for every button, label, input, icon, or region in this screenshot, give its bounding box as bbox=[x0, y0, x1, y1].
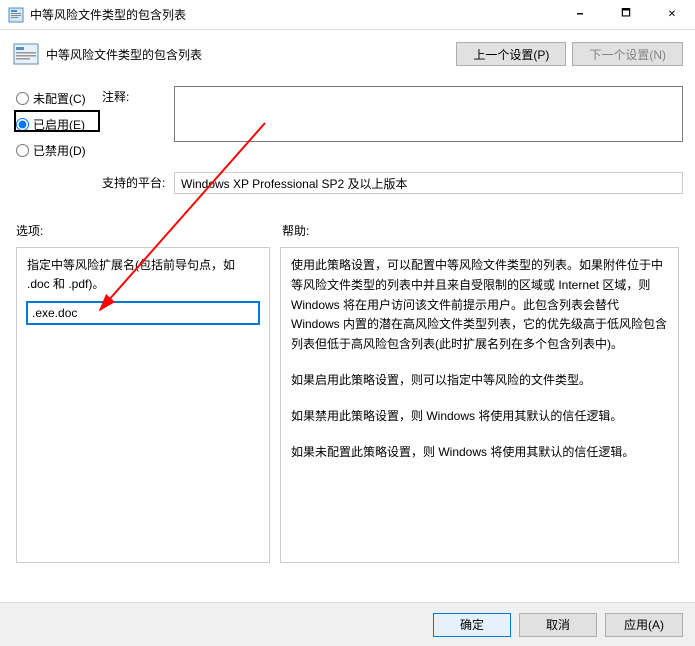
ok-button[interactable]: 确定 bbox=[433, 613, 511, 637]
dialog-footer: 确定 取消 应用(A) bbox=[0, 602, 695, 646]
help-label: 帮助: bbox=[272, 222, 683, 239]
close-button[interactable]: ✕ bbox=[649, 0, 695, 30]
cancel-button[interactable]: 取消 bbox=[519, 613, 597, 637]
extensions-input[interactable] bbox=[27, 302, 259, 324]
radio-enabled[interactable]: 已启用(E) bbox=[16, 114, 102, 134]
minimize-button[interactable]: 🗕 bbox=[557, 0, 603, 30]
prev-setting-button[interactable]: 上一个设置(P) bbox=[456, 42, 566, 66]
radio-group: 未配置(C) 已启用(E) 已禁用(D) bbox=[12, 86, 102, 166]
apply-button[interactable]: 应用(A) bbox=[605, 613, 683, 637]
header-title: 中等风险文件类型的包含列表 bbox=[46, 46, 450, 63]
header-row: 中等风险文件类型的包含列表 上一个设置(P) 下一个设置(N) bbox=[12, 40, 683, 68]
comment-textarea[interactable] bbox=[174, 86, 683, 142]
maximize-button[interactable]: 🗖 bbox=[603, 0, 649, 30]
titlebar: 中等风险文件类型的包含列表 🗕 🗖 ✕ bbox=[0, 0, 695, 30]
window-title: 中等风险文件类型的包含列表 bbox=[30, 6, 557, 23]
options-label: 选项: bbox=[12, 222, 272, 239]
help-paragraph: 如果禁用此策略设置，则 Windows 将使用其默认的信任逻辑。 bbox=[291, 407, 668, 427]
help-panel: 使用此策略设置，可以配置中等风险文件类型的列表。如果附件位于中等风险文件类型的列… bbox=[280, 247, 679, 563]
help-paragraph: 如果启用此策略设置，则可以指定中等风险的文件类型。 bbox=[291, 371, 668, 391]
platform-text: Windows XP Professional SP2 及以上版本 bbox=[174, 172, 683, 194]
comment-label: 注释: bbox=[102, 86, 174, 105]
options-panel: 指定中等风险扩展名(包括前导句点，如 .doc 和 .pdf)。 bbox=[16, 247, 270, 563]
radio-disabled[interactable]: 已禁用(D) bbox=[16, 140, 102, 160]
radio-not-configured[interactable]: 未配置(C) bbox=[16, 88, 102, 108]
app-icon bbox=[8, 7, 24, 23]
help-paragraph: 使用此策略设置，可以配置中等风险文件类型的列表。如果附件位于中等风险文件类型的列… bbox=[291, 256, 668, 355]
platform-label: 支持的平台: bbox=[102, 172, 174, 191]
next-setting-button: 下一个设置(N) bbox=[572, 42, 683, 66]
options-description: 指定中等风险扩展名(包括前导句点，如 .doc 和 .pdf)。 bbox=[27, 256, 259, 294]
policy-icon bbox=[12, 40, 40, 68]
help-paragraph: 如果未配置此策略设置，则 Windows 将使用其默认的信任逻辑。 bbox=[291, 443, 668, 463]
